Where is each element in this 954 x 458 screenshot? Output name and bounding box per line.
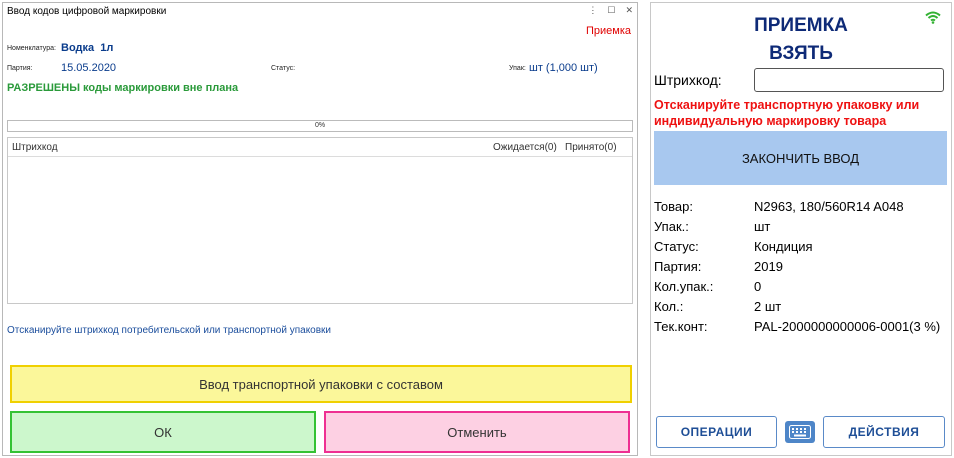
batch-value: 2019	[754, 259, 783, 274]
barcode-label: Штрихкод:	[654, 72, 722, 88]
tsd-screen: ПРИЕМКА ВЗЯТЬ Штрихкод: Отсканируйте тра…	[650, 2, 952, 456]
allowed-bold: РАЗРЕШЕНЫ	[7, 82, 80, 94]
out-of-plan-allowed-text: РАЗРЕШЕНЫ коды маркировки вне плана	[7, 82, 238, 94]
status-label: Статус:	[271, 65, 296, 72]
progress-text: 0%	[314, 122, 326, 129]
progress-bar: 0%	[7, 120, 633, 132]
col-barcode[interactable]: Штрихкод	[12, 142, 58, 153]
pack-label: Упак.:	[654, 219, 689, 234]
status-label: Статус:	[654, 239, 699, 254]
window-controls: ⋮ ☐ ✕	[588, 5, 633, 16]
actions-button[interactable]: ДЕЙСТВИЯ	[823, 416, 945, 448]
marking-codes-window: Ввод кодов цифровой маркировки ⋮ ☐ ✕ При…	[2, 2, 638, 456]
nomenclature-label: Номенклатура:	[7, 45, 56, 52]
operation-subtitle: ВЗЯТЬ	[769, 43, 833, 64]
qty-value: 2 шт	[754, 299, 782, 314]
allowed-rest: коды маркировки вне плана	[79, 82, 239, 94]
operation-title: ПРИЕМКА	[754, 15, 848, 36]
wifi-icon	[925, 11, 941, 29]
nomenclature-value: Водка 1л	[61, 42, 114, 54]
keyboard-icon[interactable]	[785, 421, 815, 443]
status-value: Кондиция	[754, 239, 813, 254]
container-label: Тек.конт:	[654, 319, 708, 334]
ok-button[interactable]: ОК	[10, 411, 316, 453]
maximize-icon[interactable]: ☐	[607, 5, 615, 16]
qty-pack-label: Кол.упак.:	[654, 279, 714, 294]
item-label: Товар:	[654, 199, 693, 214]
finish-input-button[interactable]: ЗАКОНЧИТЬ ВВОД	[654, 131, 947, 185]
scan-hint: Отсканируйте штрихкод потребительской ил…	[7, 325, 332, 336]
more-menu-icon[interactable]: ⋮	[588, 5, 597, 16]
barcode-input[interactable]	[754, 68, 944, 92]
qty-pack-value: 0	[754, 279, 762, 294]
close-icon[interactable]: ✕	[625, 5, 633, 16]
col-expected[interactable]: Ожидается(0)	[493, 142, 557, 153]
batch-label: Партия:	[7, 65, 33, 72]
cancel-button[interactable]: Отменить	[324, 411, 630, 453]
container-value: PAL-2000000000006-0001(3 %)	[754, 319, 941, 334]
batch-value: 15.05.2020	[61, 62, 117, 74]
pack-value: шт	[754, 219, 771, 234]
qty-label: Кол.:	[654, 299, 684, 314]
mode-label: Приемка	[585, 25, 631, 37]
table-header: Штрихкод Ожидается(0) Принято(0)	[8, 138, 632, 157]
operations-button[interactable]: ОПЕРАЦИИ	[656, 416, 777, 448]
codes-table: Штрихкод Ожидается(0) Принято(0)	[7, 137, 633, 304]
batch-label: Партия:	[654, 259, 702, 274]
scan-warning: Отсканируйте транспортную упаковку или и…	[654, 98, 920, 128]
pack-label: Упак:	[509, 65, 526, 72]
pack-value: шт (1,000 шт)	[529, 62, 598, 74]
item-value: N2963, 180/560R14 A048	[754, 199, 904, 214]
window-title: Ввод кодов цифровой маркировки	[7, 6, 167, 17]
transport-pack-input-button[interactable]: Ввод транспортной упаковки с составом	[10, 365, 632, 403]
col-accepted[interactable]: Принято(0)	[565, 142, 617, 153]
